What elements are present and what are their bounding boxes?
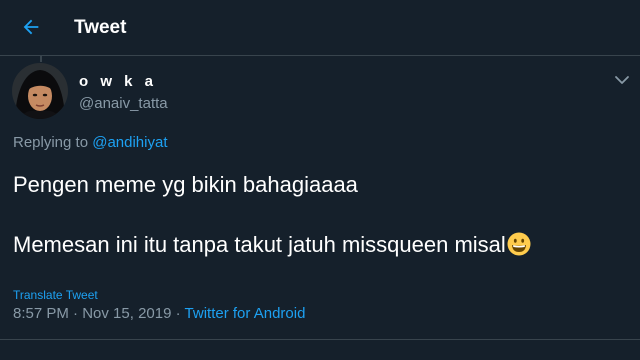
- meta-separator: ·: [175, 305, 181, 322]
- back-button[interactable]: [14, 10, 48, 44]
- tweet-source-link[interactable]: Twitter for Android: [185, 305, 306, 322]
- tweet-menu-button[interactable]: [612, 70, 632, 90]
- page-title: Tweet: [74, 17, 127, 38]
- tweet-text-line-with-emoji: Memesan ini itu tanpa takut jatuh missqu…: [13, 231, 623, 259]
- grinning-face-emoji-icon: [507, 232, 531, 256]
- meta-separator: ·: [73, 305, 79, 322]
- reply-mention-link[interactable]: @andihiyat: [92, 134, 167, 151]
- arrow-left-icon: [23, 19, 39, 35]
- divider: [0, 339, 640, 340]
- tweet-date: Nov 15, 2019: [82, 305, 172, 322]
- tweet-text-line: Memesan ini itu tanpa takut jatuh missqu…: [13, 232, 506, 257]
- top-bar: Tweet: [0, 0, 640, 56]
- reply-prefix: Replying to: [13, 134, 89, 151]
- tweet-text-line: Pengen meme yg bikin bahagiaaaa: [13, 172, 358, 197]
- author-display-name[interactable]: o w k a: [79, 73, 157, 90]
- translate-tweet-link[interactable]: Translate Tweet: [13, 288, 98, 302]
- tweet-metadata: 8:57 PM · Nov 15, 2019 · Twitter for And…: [13, 305, 305, 322]
- avatar[interactable]: [12, 63, 68, 119]
- reply-context: Replying to @andihiyat: [13, 134, 168, 151]
- profile-photo: [12, 63, 68, 119]
- tweet-time: 8:57 PM: [13, 305, 69, 322]
- chevron-down-icon: [615, 76, 629, 84]
- tweet-text: Pengen meme yg bikin bahagiaaaa Memesan …: [13, 171, 623, 259]
- thread-connector: [40, 56, 42, 62]
- author-username[interactable]: @anaiv_tatta: [79, 95, 168, 112]
